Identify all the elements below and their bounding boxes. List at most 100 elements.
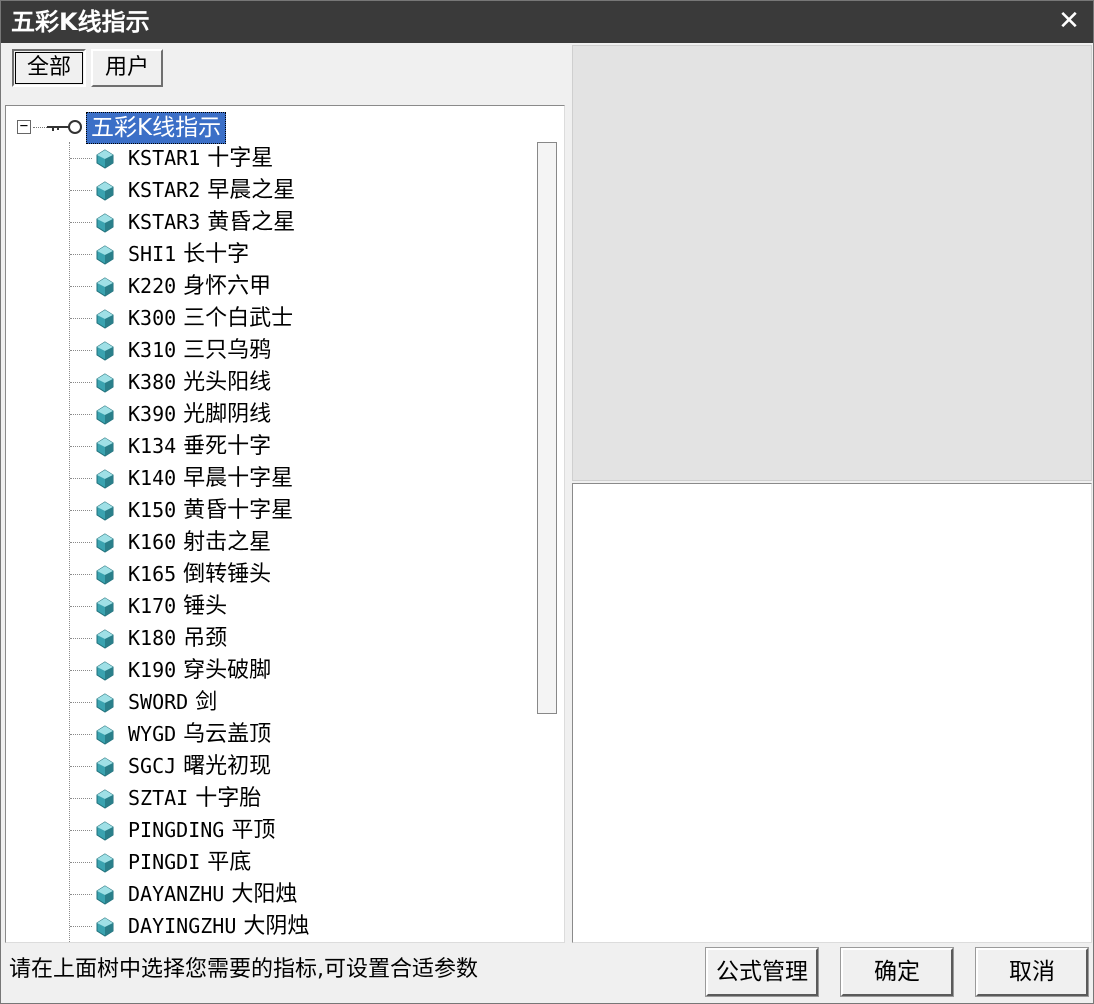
indicator-gem-icon: [96, 661, 114, 681]
tree-item[interactable]: PINGDI 平底: [6, 846, 534, 878]
indicator-name: 光脚阴线: [183, 402, 272, 427]
tree-item[interactable]: K140 早晨十字星: [6, 462, 534, 494]
tree-item[interactable]: K190 穿头破脚: [6, 654, 534, 686]
tree-item[interactable]: K390 光脚阴线: [6, 398, 534, 430]
indicator-gem-icon: [96, 853, 114, 873]
indicator-name: 垂死十字: [183, 434, 272, 459]
tree-item[interactable]: K150 黄昏十字星: [6, 494, 534, 526]
tree-item[interactable]: K170 锤头: [6, 590, 534, 622]
indicator-code: K390: [128, 402, 177, 426]
indicator-name: 三只乌鸦: [183, 338, 272, 363]
indicator-gem-icon: [96, 693, 114, 713]
indicator-name: 平顶: [231, 818, 276, 843]
tree-item-label: K220 身怀六甲: [128, 270, 271, 302]
tree-connector: [70, 350, 92, 351]
tree-item[interactable]: KSTAR1 十字星: [6, 142, 534, 174]
indicator-code: WYGD: [128, 722, 177, 746]
tree-item-label: K140 早晨十字星: [128, 462, 293, 494]
tree-item-label: PINGDING 平顶: [128, 814, 275, 846]
tree-item-label: K180 吊颈: [128, 622, 227, 654]
collapse-icon[interactable]: −: [17, 119, 31, 134]
indicator-gem-icon: [96, 533, 114, 553]
indicator-code: K140: [128, 466, 177, 490]
tree-item[interactable]: SZTAI 十字胎: [6, 782, 534, 814]
tree-connector: [70, 382, 92, 383]
indicator-gem-icon: [96, 821, 114, 841]
tree-item[interactable]: K165 倒转锤头: [6, 558, 534, 590]
tree-item[interactable]: K380 光头阳线: [6, 366, 534, 398]
tree-item-label: DAYINGZHU 大阴烛: [128, 910, 309, 942]
tree-item[interactable]: KSTAR2 早晨之星: [6, 174, 534, 206]
tree-item[interactable]: SHI1 长十字: [6, 238, 534, 270]
indicator-name: 吊颈: [183, 626, 228, 651]
indicator-gem-icon: [96, 277, 114, 297]
tree-item[interactable]: K310 三只乌鸦: [6, 334, 534, 366]
tree-item[interactable]: WYGD 乌云盖顶: [6, 718, 534, 750]
indicator-gem-icon: [96, 565, 114, 585]
tree-item[interactable]: SGCJ 曙光初现: [6, 750, 534, 782]
tree-root-node[interactable]: − 五彩K线指示: [6, 110, 526, 144]
tree-item[interactable]: DAYINGZHU 大阴烛: [6, 910, 534, 942]
indicator-gem-icon: [96, 885, 114, 905]
tree-connector: [70, 446, 92, 447]
indicator-code: K150: [128, 498, 177, 522]
tree-item[interactable]: K134 垂死十字: [6, 430, 534, 462]
indicator-gem-icon: [96, 149, 114, 169]
indicator-gem-icon: [96, 597, 114, 617]
close-icon[interactable]: ✕: [1053, 5, 1085, 37]
key-icon: [47, 120, 82, 134]
tree-item[interactable]: K300 三个白武士: [6, 302, 534, 334]
tree-connector: [70, 542, 92, 543]
indicator-tree[interactable]: − 五彩K线指示 KSTAR1 十字星 KSTAR2 早晨之星 KSTAR3 黄昏之…: [5, 105, 565, 943]
tab-user[interactable]: 用户: [91, 49, 163, 87]
tree-item[interactable]: K220 身怀六甲: [6, 270, 534, 302]
tree-connector: [70, 190, 92, 191]
tree-root-label[interactable]: 五彩K线指示: [86, 112, 227, 144]
indicator-name: 曙光初现: [183, 754, 272, 779]
tree-connector: [33, 127, 47, 128]
tree-item-label: K380 光头阳线: [128, 366, 271, 398]
tree-item-label: KSTAR2 早晨之星: [128, 174, 295, 206]
cancel-button[interactable]: 取消: [975, 947, 1089, 997]
title-bar[interactable]: 五彩K线指示 ✕: [1, 1, 1093, 43]
indicator-gem-icon: [96, 373, 114, 393]
indicator-name: 长十字: [183, 242, 250, 267]
indicator-code: DAYINGZHU: [128, 914, 237, 938]
indicator-gem-icon: [96, 341, 114, 361]
tree-connector: [70, 510, 92, 511]
indicator-name: 锤头: [183, 594, 228, 619]
tree-item-label: SWORD 剑: [128, 686, 217, 718]
tree-item[interactable]: KSTAR3 黄昏之星: [6, 206, 534, 238]
tab-all[interactable]: 全部: [12, 49, 86, 87]
indicator-gem-icon: [96, 629, 114, 649]
tree-item[interactable]: DAYANZHU 大阳烛: [6, 878, 534, 910]
tree-scrollbar[interactable]: [537, 142, 557, 714]
tree-item-label: DAYANZHU 大阳烛: [128, 878, 297, 910]
tree-item-label: K160 射击之星: [128, 526, 271, 558]
indicator-code: SHI1: [128, 242, 177, 266]
tree-item[interactable]: SWORD 剑: [6, 686, 534, 718]
indicator-code: PINGDING: [128, 818, 225, 842]
formula-manage-button[interactable]: 公式管理: [705, 947, 819, 997]
indicator-code: K180: [128, 626, 177, 650]
dialog-window: 五彩K线指示 ✕ 全部 用户 − 五彩K线指示 KSTAR1 十字星 KSTAR2…: [0, 0, 1094, 1004]
tree-item-label: PINGDI 平底: [128, 846, 251, 878]
indicator-code: KSTAR2: [128, 178, 201, 202]
indicator-code: SZTAI: [128, 786, 189, 810]
tree-item[interactable]: PINGDING 平顶: [6, 814, 534, 846]
indicator-code: K300: [128, 306, 177, 330]
description-area[interactable]: [572, 483, 1092, 943]
tree-connector: [70, 734, 92, 735]
tree-item-label: K390 光脚阴线: [128, 398, 271, 430]
indicator-name: 黄昏之星: [207, 210, 296, 235]
indicator-gem-icon: [96, 213, 114, 233]
indicator-gem-icon: [96, 437, 114, 457]
tree-item[interactable]: K160 射击之星: [6, 526, 534, 558]
tree-connector: [70, 798, 92, 799]
tree-item[interactable]: K180 吊颈: [6, 622, 534, 654]
indicator-code: K160: [128, 530, 177, 554]
indicator-name: 平底: [207, 850, 252, 875]
indicator-gem-icon: [96, 469, 114, 489]
tree-item-label: SZTAI 十字胎: [128, 782, 261, 814]
ok-button[interactable]: 确定: [840, 947, 954, 997]
